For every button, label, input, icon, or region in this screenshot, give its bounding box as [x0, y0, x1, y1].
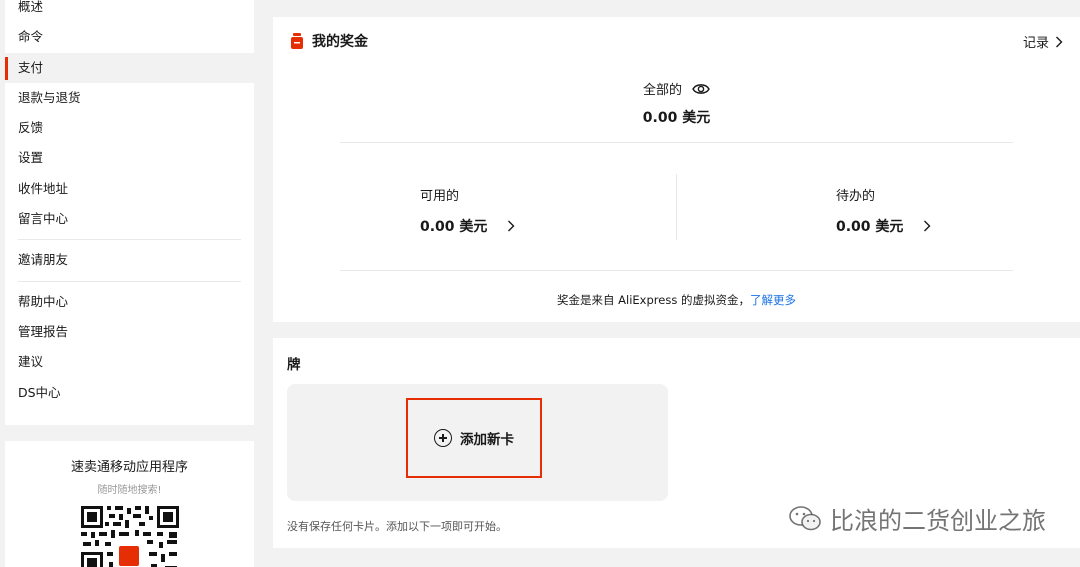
wechat-icon	[789, 505, 821, 530]
pending-value-link[interactable]: 0.00 美元	[836, 216, 931, 236]
available-value: 0.00 美元	[420, 219, 488, 235]
available-label: 可用的	[420, 189, 460, 204]
total-value: 0.00 美元	[642, 110, 711, 126]
pending-label: 待办的	[836, 189, 876, 204]
sidebar-item-refunds[interactable]: 退款与退货	[5, 83, 254, 113]
divider	[340, 142, 1013, 143]
sidebar-divider	[18, 280, 241, 282]
chevron-right-icon	[508, 220, 515, 232]
sidebar-item-orders[interactable]: 命令	[5, 22, 254, 52]
add-new-card-button[interactable]: 添加新卡	[406, 398, 542, 478]
watermark-text: 比浪的二货创业之旅	[830, 507, 1046, 535]
sidebar-item-messages[interactable]: 留言中心	[5, 204, 254, 234]
bonus-note-text: 奖金是来自 AliExpress 的虚拟资金，	[557, 293, 750, 307]
cards-empty-note: 没有保存任何卡片。添加以下一项即可开始。	[287, 520, 507, 533]
sidebar-item-feedback[interactable]: 反馈	[5, 113, 254, 143]
sidebar-item-suggestions[interactable]: 建议	[5, 347, 254, 377]
add-card-tile[interactable]: 添加新卡	[287, 384, 668, 501]
sidebar-divider	[18, 239, 241, 241]
available-balance: 可用的 0.00 美元	[420, 185, 515, 236]
records-link[interactable]: 记录	[1023, 32, 1063, 51]
bonus-title: 我的奖金	[312, 34, 368, 50]
bonus-note: 奖金是来自 AliExpress 的虚拟资金，了解更多	[273, 292, 1080, 308]
pending-balance: 待办的 0.00 美元	[836, 185, 931, 236]
bonus-card: 我的奖金 记录 全部的 0.00 美元 可用的 0.00 美元 待办的 0.00…	[273, 17, 1080, 322]
sidebar-item-settings[interactable]: 设置	[5, 143, 254, 173]
watermark: 比浪的二货创业之旅	[788, 501, 1046, 536]
total-label: 全部的	[642, 83, 682, 98]
sidebar-item-overview[interactable]: 概述	[5, 0, 254, 22]
plus-circle-icon	[434, 429, 452, 447]
sidebar-item-help[interactable]: 帮助中心	[5, 287, 254, 317]
pending-value: 0.00 美元	[836, 219, 904, 235]
total-label-row: 全部的	[273, 79, 1080, 98]
qr-code[interactable]	[78, 504, 181, 567]
learn-more-link[interactable]: 了解更多	[750, 293, 796, 307]
records-label: 记录	[1022, 36, 1049, 51]
aliexpress-logo-icon	[116, 544, 141, 567]
divider	[340, 270, 1013, 271]
chevron-right-icon	[1056, 36, 1063, 47]
sidebar-item-invite[interactable]: 邀请朋友	[5, 245, 254, 275]
divider-vertical	[676, 174, 677, 240]
chevron-right-icon	[924, 220, 931, 232]
sidebar: 概述 命令 支付 退款与退货 反馈 设置 收件地址 留言中心 邀请朋友 帮助中心…	[5, 0, 254, 425]
sidebar-item-ds-center[interactable]: DS中心	[5, 378, 254, 408]
bonus-header: 我的奖金	[290, 31, 368, 51]
app-promo: 速卖通移动应用程序 随时随地搜索!	[5, 441, 254, 567]
sidebar-item-payment[interactable]: 支付	[5, 52, 254, 83]
add-card-label: 添加新卡	[460, 432, 514, 448]
eye-icon[interactable]	[692, 82, 710, 96]
sidebar-item-report[interactable]: 管理报告	[5, 317, 254, 347]
app-promo-title: 速卖通移动应用程序	[70, 460, 188, 475]
cards-title: 牌	[287, 357, 301, 373]
money-bag-icon	[291, 33, 303, 49]
app-promo-subtitle: 随时随地搜索!	[97, 485, 162, 496]
available-value-link[interactable]: 0.00 美元	[420, 216, 515, 236]
sidebar-item-address[interactable]: 收件地址	[5, 174, 254, 204]
